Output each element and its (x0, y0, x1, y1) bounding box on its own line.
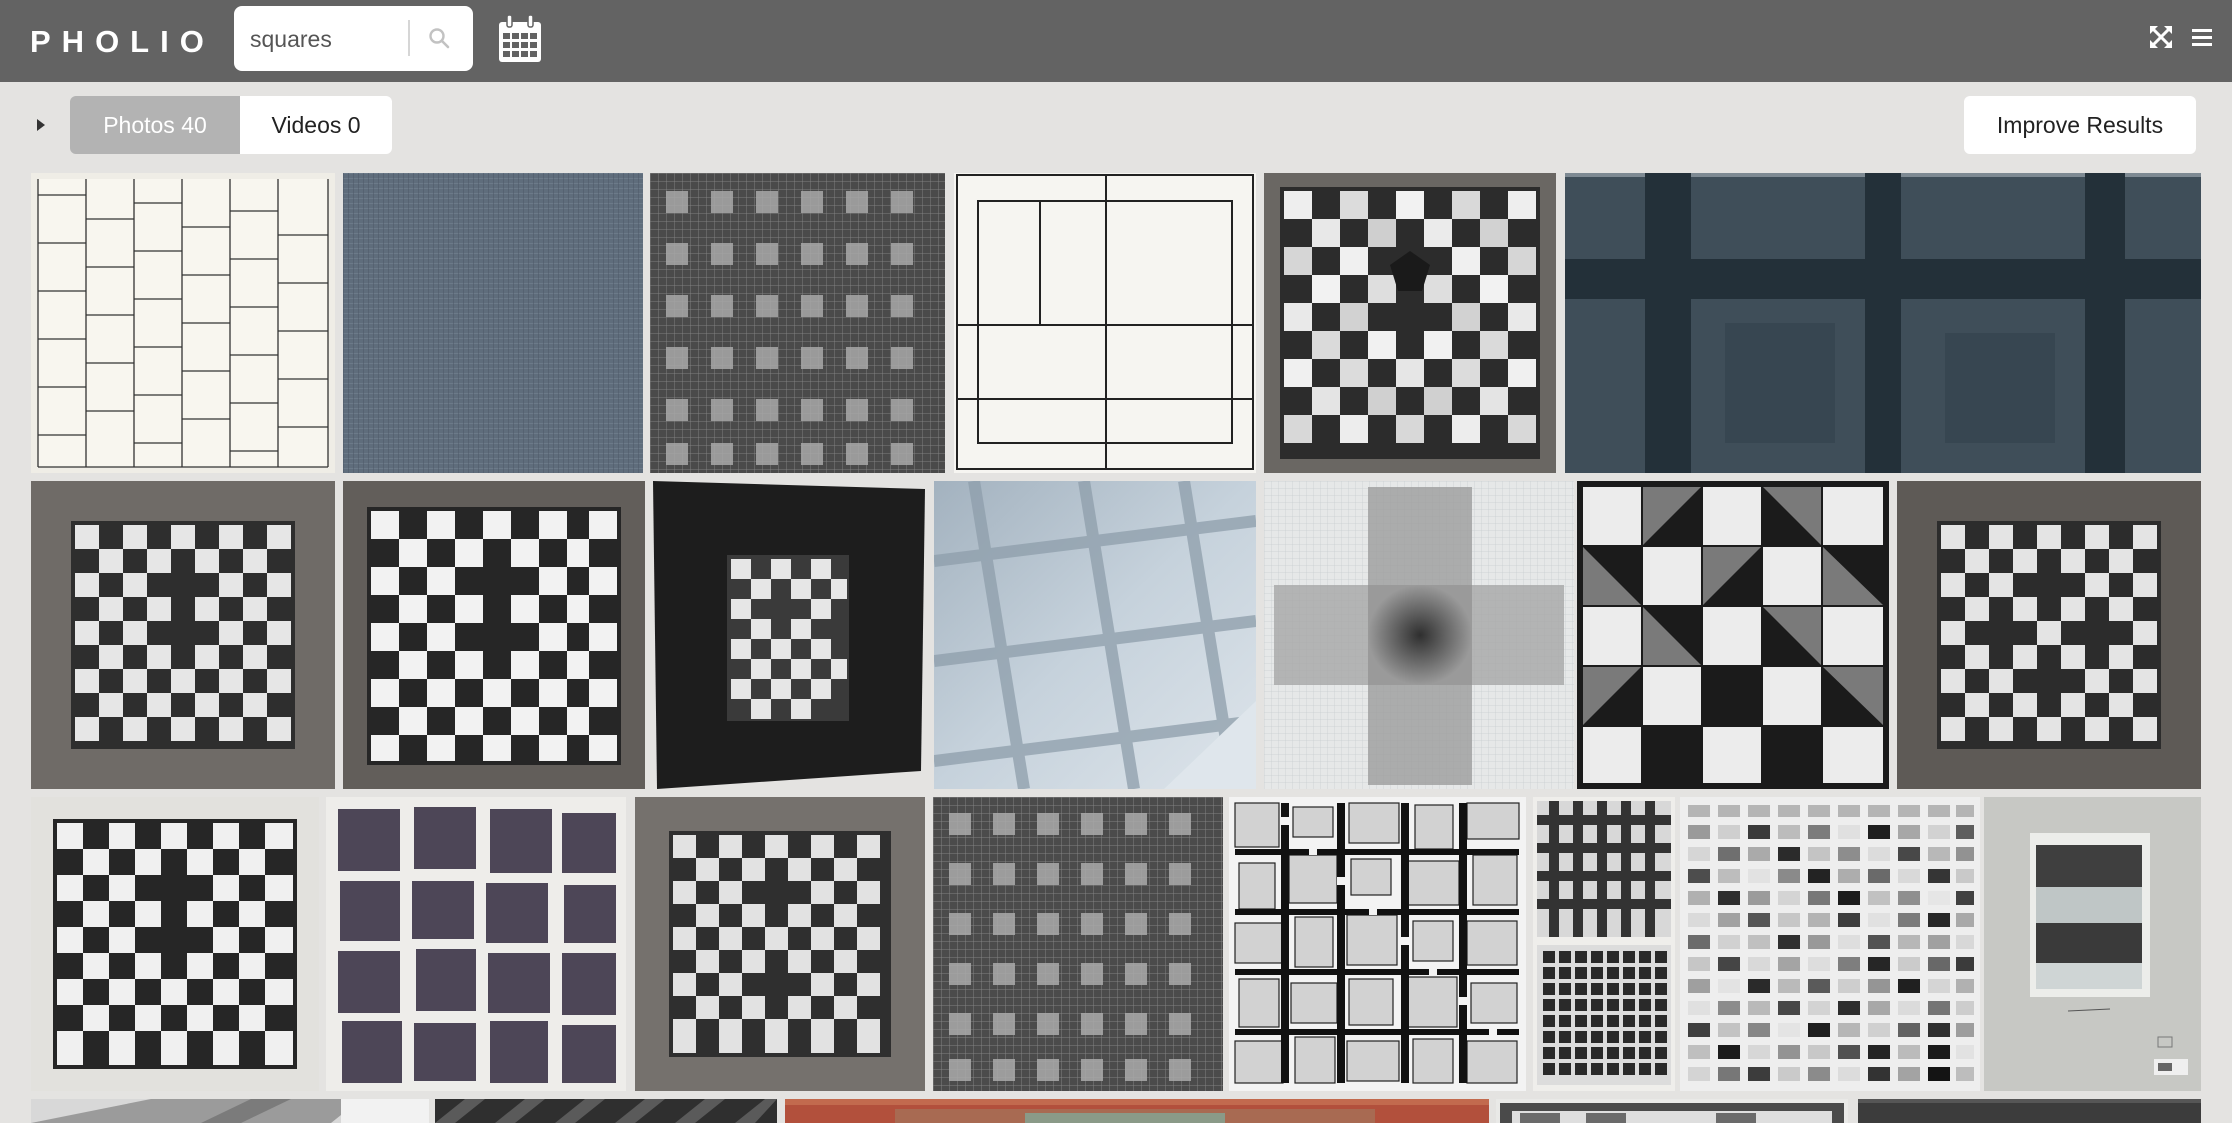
photo-thumbnail[interactable] (31, 1099, 429, 1123)
photo-thumbnail[interactable] (1533, 797, 1675, 1091)
photo-thumbnail[interactable] (1680, 797, 1980, 1091)
photo-thumbnail[interactable] (343, 481, 645, 789)
search-box (234, 6, 473, 71)
search-divider (408, 20, 410, 56)
photo-thumbnail[interactable] (1496, 1099, 1848, 1123)
improve-results-button[interactable]: Improve Results (1964, 96, 2196, 154)
fullscreen-button[interactable] (2150, 26, 2176, 52)
photo-thumbnail[interactable] (326, 797, 626, 1091)
search-button[interactable] (414, 16, 464, 60)
photo-thumbnail[interactable] (31, 481, 335, 789)
photo-thumbnail[interactable] (1264, 481, 1574, 789)
tab-videos[interactable]: Videos 0 (240, 96, 392, 154)
photo-thumbnail[interactable] (31, 797, 319, 1091)
photo-thumbnail[interactable] (933, 797, 1223, 1091)
photo-thumbnail[interactable] (435, 1099, 777, 1123)
photo-thumbnail[interactable] (934, 481, 1256, 789)
photo-thumbnail[interactable] (954, 173, 1256, 473)
photo-thumbnail[interactable] (651, 481, 925, 789)
sidebar-toggle-button[interactable] (26, 110, 56, 140)
search-icon (429, 28, 450, 49)
photo-thumbnail[interactable] (1229, 797, 1526, 1091)
hamburger-menu-icon (2192, 29, 2212, 46)
caret-right-icon (37, 119, 45, 131)
fullscreen-icon (2150, 26, 2172, 48)
photo-thumbnail[interactable] (1577, 481, 1889, 789)
photo-thumbnail[interactable] (785, 1099, 1489, 1123)
search-input[interactable] (250, 20, 430, 58)
photo-thumbnail[interactable] (1264, 173, 1556, 473)
calendar-button[interactable] (496, 14, 544, 64)
top-bar: PHOLIO (0, 0, 2232, 82)
menu-button[interactable] (2190, 26, 2216, 52)
photo-thumbnail[interactable] (635, 797, 925, 1091)
photo-thumbnail[interactable] (1984, 797, 2201, 1091)
photo-thumbnail[interactable] (31, 173, 335, 473)
photo-thumbnail[interactable] (1565, 173, 2201, 473)
photo-thumbnail[interactable] (343, 173, 643, 473)
photo-thumbnail[interactable] (1897, 481, 2201, 789)
tab-photos[interactable]: Photos 40 (70, 96, 240, 154)
photo-thumbnail[interactable] (650, 173, 945, 473)
photo-thumbnail[interactable] (1858, 1099, 2201, 1123)
calendar-icon (499, 14, 541, 62)
app-logo[interactable]: PHOLIO (30, 22, 215, 62)
media-type-tabs: Photos 40 Videos 0 (70, 96, 392, 154)
